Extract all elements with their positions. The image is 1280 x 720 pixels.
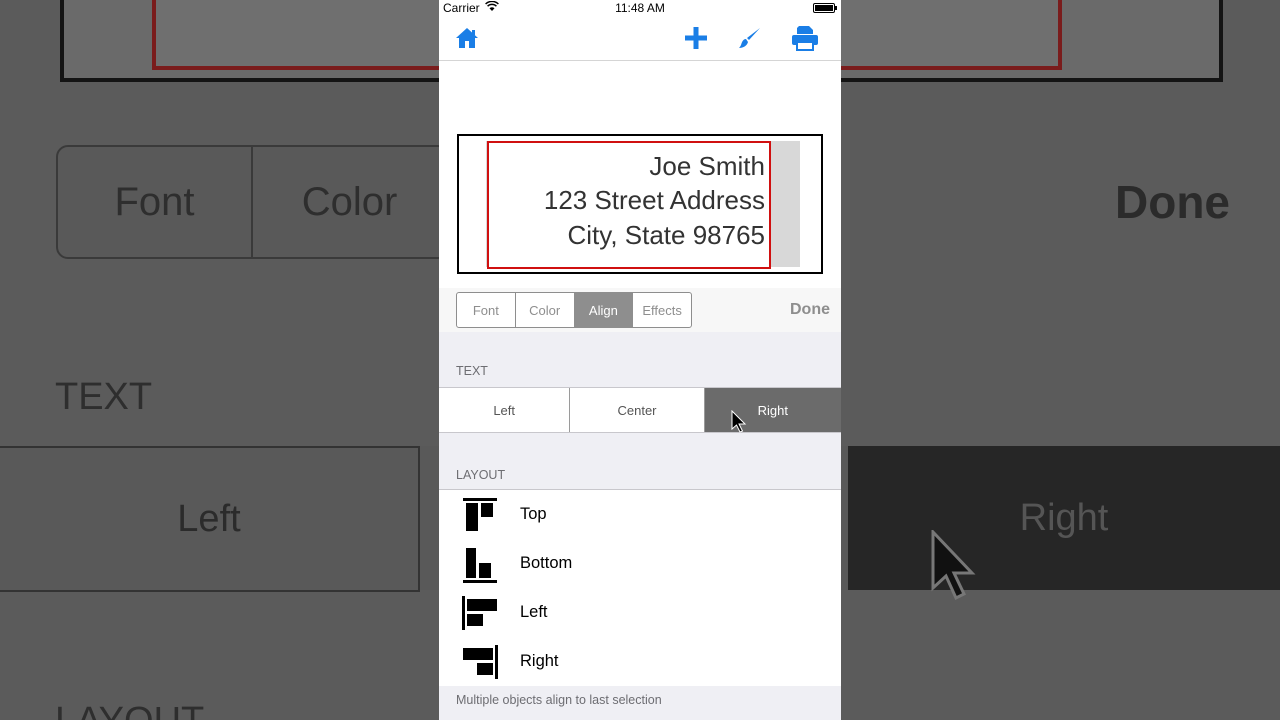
layout-item-label: Bottom: [520, 554, 573, 572]
align-top-icon: [463, 498, 497, 531]
text-section-header: TEXT: [456, 364, 488, 378]
layout-item-top[interactable]: Top: [439, 490, 841, 539]
cursor-icon: [731, 410, 747, 433]
layout-item-bottom[interactable]: Bottom: [439, 539, 841, 588]
layout-item-left[interactable]: Left: [439, 588, 841, 637]
status-bar: Carrier 11:48 AM: [439, 0, 841, 16]
text-align-center[interactable]: Center: [570, 388, 705, 432]
layout-item-right[interactable]: Right: [439, 637, 841, 686]
status-time: 11:48 AM: [615, 1, 665, 15]
backdrop-right-option: Right: [848, 446, 1280, 590]
backdrop-text-header: TEXT: [55, 376, 153, 418]
backdrop-layout-header: LAYOUT: [55, 700, 204, 720]
text-align-left[interactable]: Left: [439, 388, 571, 432]
align-panel: TEXT Left Center Right LAYOUT Top Bottom…: [439, 332, 841, 720]
print-button[interactable]: [791, 24, 819, 52]
layout-item-label: Top: [520, 505, 547, 523]
layout-item-label: Right: [520, 652, 559, 670]
format-segmented-control: Font Color Align Effects: [456, 292, 692, 328]
tab-effects[interactable]: Effects: [633, 293, 691, 327]
align-right-icon: [463, 645, 498, 679]
text-align-right[interactable]: Right: [704, 388, 841, 432]
label-preview[interactable]: Joe Smith 123 Street Address City, State…: [457, 134, 823, 274]
plus-icon: [685, 27, 707, 49]
backdrop-left-option: Left: [0, 446, 420, 592]
layout-item-label: Left: [520, 603, 548, 621]
layout-footer-note: Multiple objects align to last selection: [456, 693, 662, 707]
tab-align[interactable]: Align: [574, 293, 634, 327]
battery-icon: [813, 3, 837, 13]
backdrop-tab-font: Font: [58, 147, 253, 257]
home-icon: [456, 28, 478, 48]
address-line-city: City, State 98765: [567, 220, 765, 250]
add-button[interactable]: [682, 24, 710, 52]
brush-icon: [739, 28, 760, 48]
phone-screen: Carrier 11:48 AM Joe Smith 123 Street Ad…: [439, 0, 841, 720]
backdrop-cursor-icon: [931, 530, 976, 601]
address-line-name: Joe Smith: [649, 151, 765, 181]
address-line-street: 123 Street Address: [543, 185, 765, 215]
layout-list: Top Bottom Left Right: [439, 489, 841, 686]
backdrop-done: Done: [1115, 176, 1230, 228]
tab-color[interactable]: Color: [516, 293, 575, 327]
format-toolbar: Font Color Align Effects Done: [439, 288, 841, 332]
text-align-control: Left Center Right: [439, 387, 841, 433]
tab-font[interactable]: Font: [457, 293, 516, 327]
style-button[interactable]: [736, 24, 764, 52]
home-button[interactable]: [453, 24, 481, 52]
printer-icon: [792, 26, 818, 51]
align-left-icon: [462, 596, 497, 630]
backdrop-segmented-control: Font Color: [56, 145, 450, 259]
align-bottom-icon: [463, 548, 497, 583]
done-button[interactable]: Done: [790, 301, 830, 319]
navigation-bar: [439, 16, 841, 61]
backdrop-tab-color: Color: [253, 147, 448, 257]
layout-section-header: LAYOUT: [456, 468, 506, 482]
label-text-box[interactable]: Joe Smith 123 Street Address City, State…: [487, 141, 771, 269]
